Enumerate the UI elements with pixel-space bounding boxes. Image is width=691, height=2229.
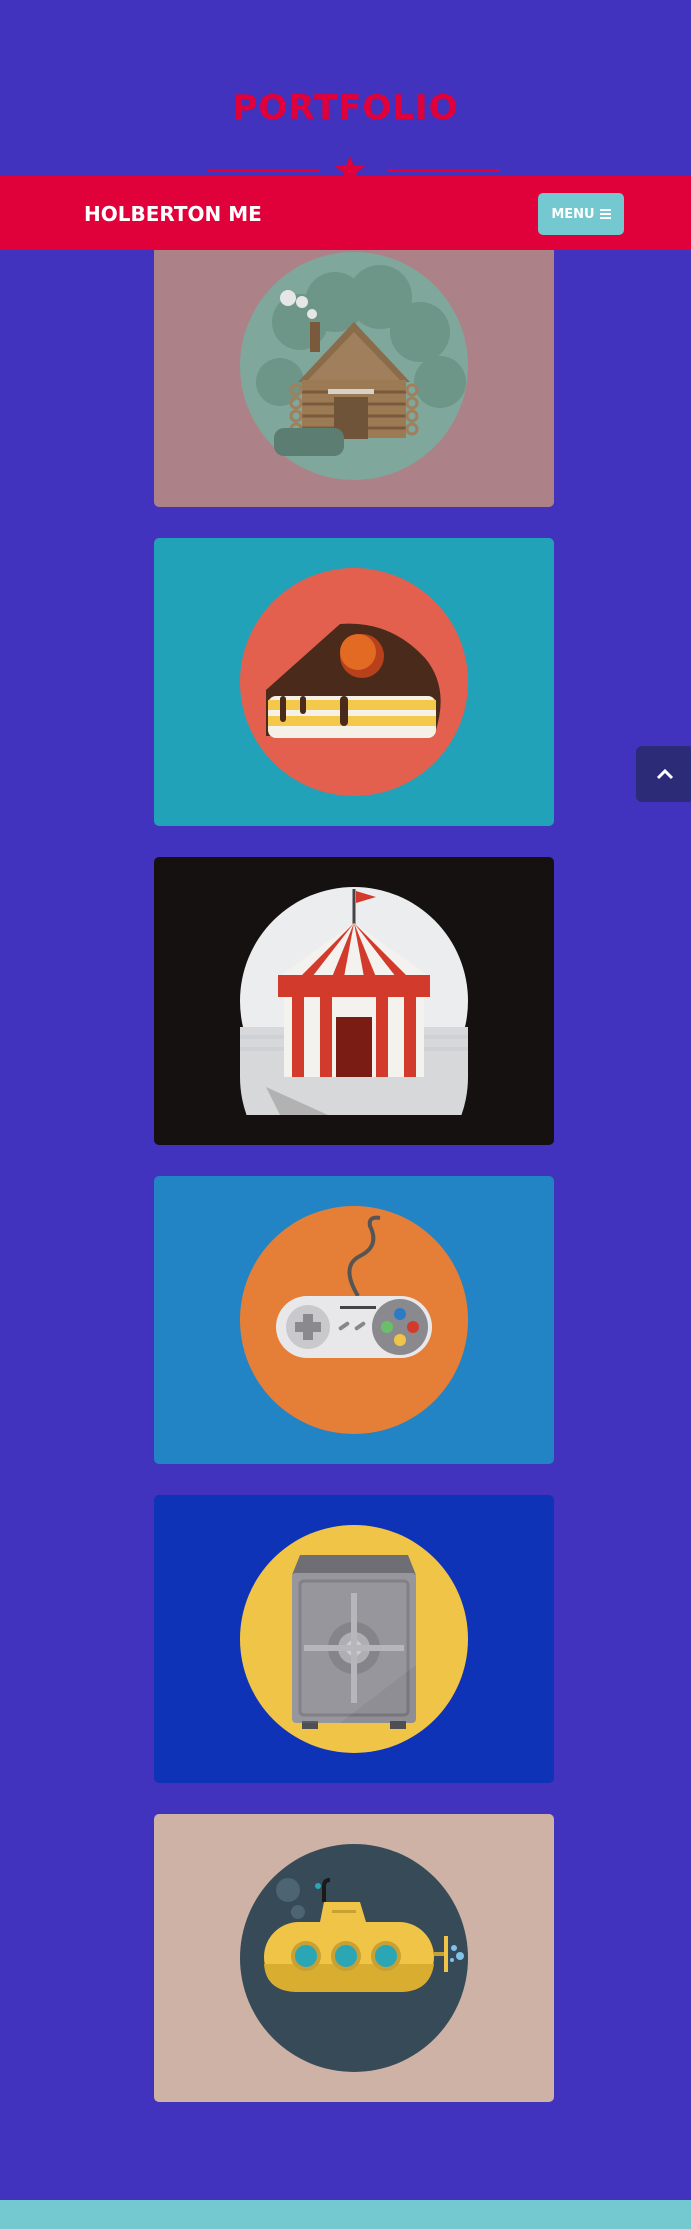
footer <box>0 2200 691 2229</box>
hamburger-icon <box>599 209 611 219</box>
portfolio-item-circus[interactable] <box>154 857 554 1145</box>
navbar: HOLBERTON ME MENU <box>0 176 691 250</box>
chevron-up-icon <box>656 768 674 780</box>
safe-icon <box>240 1525 468 1753</box>
portfolio-item-submarine[interactable] <box>154 1814 554 2102</box>
divider-line-right <box>388 169 500 172</box>
game-controller-icon <box>240 1206 468 1434</box>
circus-tent-icon <box>240 887 468 1115</box>
portfolio-item-controller[interactable] <box>154 1176 554 1464</box>
portfolio-item-cabin[interactable] <box>154 220 554 507</box>
divider-line-left <box>208 169 320 172</box>
menu-button-label: MENU <box>551 206 595 222</box>
cake-icon <box>240 568 468 796</box>
menu-button[interactable]: MENU <box>538 193 624 235</box>
page-title: PORTFOLIO <box>232 88 459 128</box>
brand-link[interactable]: HOLBERTON ME <box>84 202 262 226</box>
portfolio-item-safe[interactable] <box>154 1495 554 1783</box>
scroll-top-button[interactable] <box>636 746 691 802</box>
cabin-icon <box>240 252 468 480</box>
portfolio-item-cake[interactable] <box>154 538 554 826</box>
submarine-icon <box>240 1844 468 2072</box>
